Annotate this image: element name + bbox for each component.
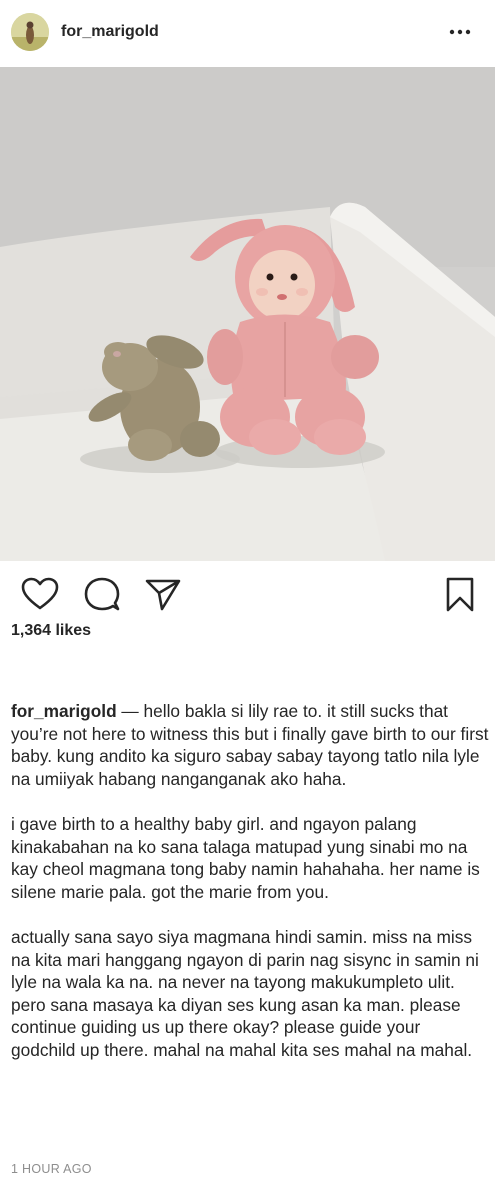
caption-paragraph: for_marigold — hello bakla si lily rae t… bbox=[11, 700, 489, 790]
caption-paragraph: i gave birth to a healthy baby girl. and… bbox=[11, 814, 480, 902]
post-action-bar bbox=[0, 562, 495, 622]
comment-icon[interactable] bbox=[82, 575, 122, 615]
caption-separator: — bbox=[116, 701, 144, 721]
post-caption: for_marigold — hello bakla si lily rae t… bbox=[11, 700, 489, 1084]
bookmark-icon[interactable] bbox=[440, 575, 480, 615]
paper-plane-icon[interactable] bbox=[143, 575, 183, 615]
caption-paragraph: actually sana sayo siya magmana hindi sa… bbox=[11, 927, 479, 1060]
post-photo[interactable] bbox=[0, 67, 495, 561]
avatar[interactable] bbox=[11, 13, 49, 51]
more-options-icon[interactable] bbox=[446, 20, 474, 44]
post-header: for_marigold bbox=[0, 0, 495, 66]
heart-icon[interactable] bbox=[20, 575, 60, 615]
caption-username[interactable]: for_marigold bbox=[11, 701, 117, 721]
post-timestamp[interactable]: 1 HOUR AGO bbox=[11, 1162, 92, 1176]
post-username[interactable]: for_marigold bbox=[61, 22, 159, 42]
likes-count[interactable]: 1,364 likes bbox=[11, 622, 91, 640]
avatar-image bbox=[11, 13, 49, 51]
